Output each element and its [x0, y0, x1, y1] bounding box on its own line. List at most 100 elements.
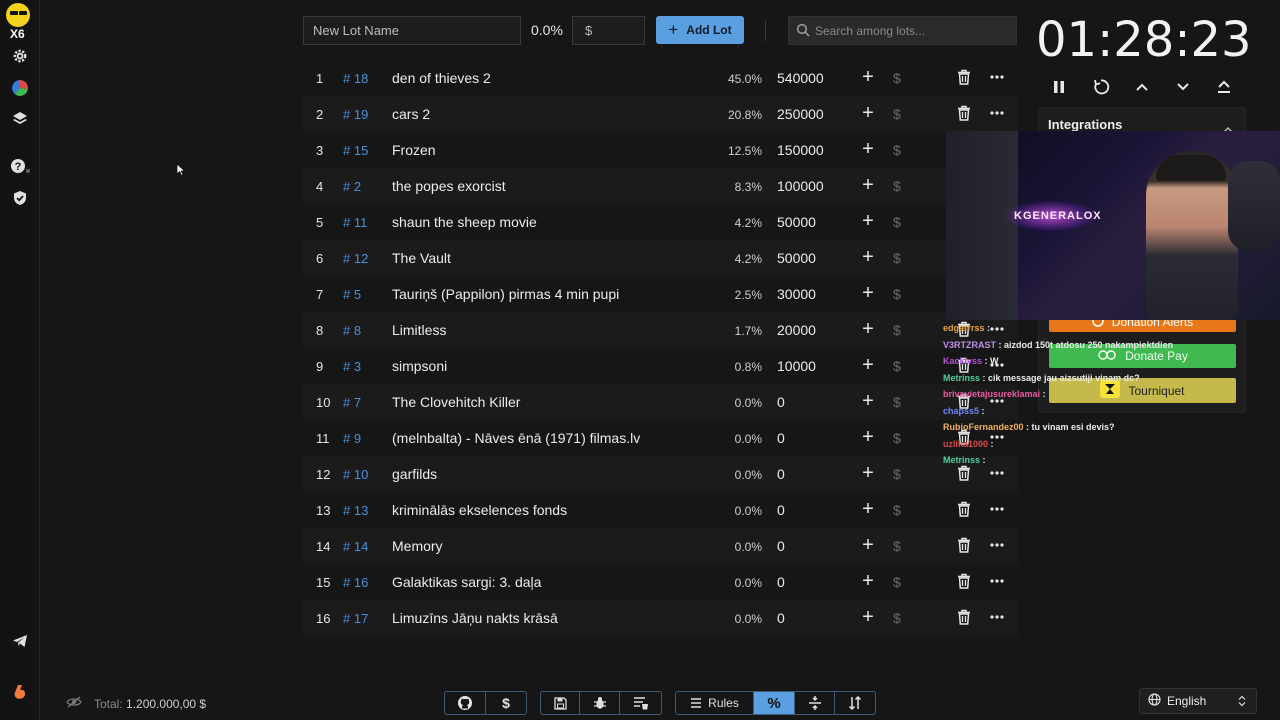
double-chevron-up-icon[interactable]	[1213, 76, 1235, 98]
lot-id[interactable]: # 7	[343, 395, 361, 410]
percent-toggle-button[interactable]: %	[754, 692, 795, 714]
lot-amount[interactable]: 50000	[777, 214, 816, 230]
lot-amount[interactable]: 50000	[777, 250, 816, 266]
add-amount-button[interactable]: +	[860, 319, 876, 339]
add-amount-button[interactable]: +	[860, 247, 876, 267]
donate-amount-button[interactable]: $	[893, 106, 901, 122]
lot-row[interactable]: 2 # 19 cars 2 20.8% 250000 + $	[303, 96, 1018, 132]
add-amount-button[interactable]: +	[860, 607, 876, 627]
add-amount-button[interactable]: +	[860, 355, 876, 375]
donate-amount-button[interactable]: $	[893, 178, 901, 194]
add-amount-button[interactable]: +	[860, 283, 876, 303]
lot-amount[interactable]: 0	[777, 430, 785, 446]
stats-pie-icon[interactable]	[8, 76, 32, 100]
github-button[interactable]	[445, 692, 486, 714]
lot-name[interactable]: Tauriņš (Pappilon) pirmas 4 min pupi	[392, 286, 619, 302]
trash-icon[interactable]	[957, 609, 971, 625]
lot-id[interactable]: # 18	[343, 71, 368, 86]
lot-row[interactable]: 13 # 13 kriminālās ekselences fonds 0.0% 0 + $	[303, 492, 1018, 528]
lot-name[interactable]: The Vault	[392, 250, 451, 266]
lot-row[interactable]: 15 # 16 Galaktikas sargi: 3. daļa 0.0% 0 + $	[303, 564, 1018, 600]
boosty-icon[interactable]	[8, 680, 32, 704]
lot-id[interactable]: # 15	[343, 143, 368, 158]
add-amount-button[interactable]: +	[860, 535, 876, 555]
more-options-icon[interactable]	[989, 608, 1005, 626]
add-amount-button[interactable]: +	[860, 67, 876, 87]
lot-name[interactable]: Limuzīns Jāņu nakts krāsā	[392, 610, 558, 626]
shield-check-icon[interactable]	[8, 186, 32, 210]
lot-search[interactable]	[788, 16, 1017, 45]
lot-id[interactable]: # 8	[343, 323, 361, 338]
lot-amount[interactable]: 0	[777, 394, 785, 410]
lot-name[interactable]: simpsoni	[392, 358, 447, 374]
lot-amount[interactable]: 250000	[777, 106, 824, 122]
layers-icon[interactable]	[8, 107, 32, 131]
donate-amount-button[interactable]: $	[893, 358, 901, 374]
lot-name[interactable]: cars 2	[392, 106, 430, 122]
donate-amount-button[interactable]: $	[893, 142, 901, 158]
app-logo[interactable]: X6	[4, 3, 34, 41]
more-options-icon[interactable]	[989, 68, 1005, 86]
lot-row[interactable]: 6 # 12 The Vault 4.2% 50000 + $	[303, 240, 1018, 276]
save-button[interactable]	[541, 692, 580, 714]
lot-amount[interactable]: 0	[777, 538, 785, 554]
donate-amount-button[interactable]: $	[893, 214, 901, 230]
lot-id[interactable]: # 9	[343, 431, 361, 446]
donate-amount-button[interactable]: $	[893, 466, 901, 482]
lot-name[interactable]: shaun the sheep movie	[392, 214, 537, 230]
bug-report-button[interactable]	[580, 692, 620, 714]
add-amount-button[interactable]: +	[860, 463, 876, 483]
trash-icon[interactable]	[957, 105, 971, 121]
trash-icon[interactable]	[957, 573, 971, 589]
lot-row[interactable]: 11 # 9 (melnbalta) - Nāves ēnā (1971) film…	[303, 420, 1018, 456]
lot-name[interactable]: (melnbalta) - Nāves ēnā (1971) filmas.lv	[392, 430, 640, 446]
eye-slash-icon[interactable]	[66, 696, 82, 711]
lot-id[interactable]: # 19	[343, 107, 368, 122]
lot-amount[interactable]: 150000	[777, 142, 824, 158]
add-lot-button[interactable]: + Add Lot	[656, 16, 744, 44]
lot-id[interactable]: # 5	[343, 287, 361, 302]
new-lot-name-input[interactable]	[303, 16, 521, 45]
lot-amount[interactable]: 10000	[777, 358, 816, 374]
add-amount-button[interactable]: +	[860, 211, 876, 231]
lot-id[interactable]: # 14	[343, 539, 368, 554]
add-amount-button[interactable]: +	[860, 427, 876, 447]
lot-row[interactable]: 5 # 11 shaun the sheep movie 4.2% 50000 + $	[303, 204, 1018, 240]
lot-name[interactable]: The Clovehitch Killer	[392, 394, 520, 410]
lot-amount[interactable]: 540000	[777, 70, 824, 86]
donate-amount-button[interactable]: $	[893, 430, 901, 446]
lot-id[interactable]: # 16	[343, 575, 368, 590]
lot-name[interactable]: Frozen	[392, 142, 436, 158]
lot-row[interactable]: 4 # 2 the popes exorcist 8.3% 100000 + $	[303, 168, 1018, 204]
add-amount-button[interactable]: +	[860, 571, 876, 591]
trash-icon[interactable]	[957, 537, 971, 553]
more-options-icon[interactable]	[989, 572, 1005, 590]
add-amount-button[interactable]: +	[860, 499, 876, 519]
lot-row[interactable]: 1 # 18 den of thieves 2 45.0% 540000 + $	[303, 60, 1018, 96]
donate-amount-button[interactable]: $	[893, 286, 901, 302]
donate-amount-button[interactable]: $	[893, 574, 901, 590]
telegram-icon[interactable]	[8, 629, 32, 653]
lot-amount[interactable]: 0	[777, 502, 785, 518]
sort-button[interactable]	[835, 692, 875, 714]
lot-id[interactable]: # 17	[343, 611, 368, 626]
lot-row[interactable]: 10 # 7 The Clovehitch Killer 0.0% 0 + $	[303, 384, 1018, 420]
lot-row[interactable]: 9 # 3 simpsoni 0.8% 10000 + $	[303, 348, 1018, 384]
lot-id[interactable]: # 3	[343, 359, 361, 374]
lot-amount[interactable]: 0	[777, 574, 785, 590]
settings-icon[interactable]	[8, 44, 32, 68]
chevron-up-icon[interactable]	[1131, 76, 1153, 98]
rules-button[interactable]: Rules	[676, 692, 754, 714]
lot-amount[interactable]: 0	[777, 610, 785, 626]
donate-amount-button[interactable]: $	[893, 394, 901, 410]
lot-id[interactable]: # 10	[343, 467, 368, 482]
lot-row[interactable]: 12 # 10 garfilds 0.0% 0 + $	[303, 456, 1018, 492]
reset-icon[interactable]	[1090, 76, 1112, 98]
lot-name[interactable]: kriminālās ekselences fonds	[392, 502, 567, 518]
new-lot-amount-input[interactable]	[572, 16, 645, 45]
add-amount-button[interactable]: +	[860, 391, 876, 411]
lot-amount[interactable]: 0	[777, 466, 785, 482]
add-amount-button[interactable]: +	[860, 103, 876, 123]
trash-icon[interactable]	[957, 69, 971, 85]
clear-list-button[interactable]	[620, 692, 661, 714]
